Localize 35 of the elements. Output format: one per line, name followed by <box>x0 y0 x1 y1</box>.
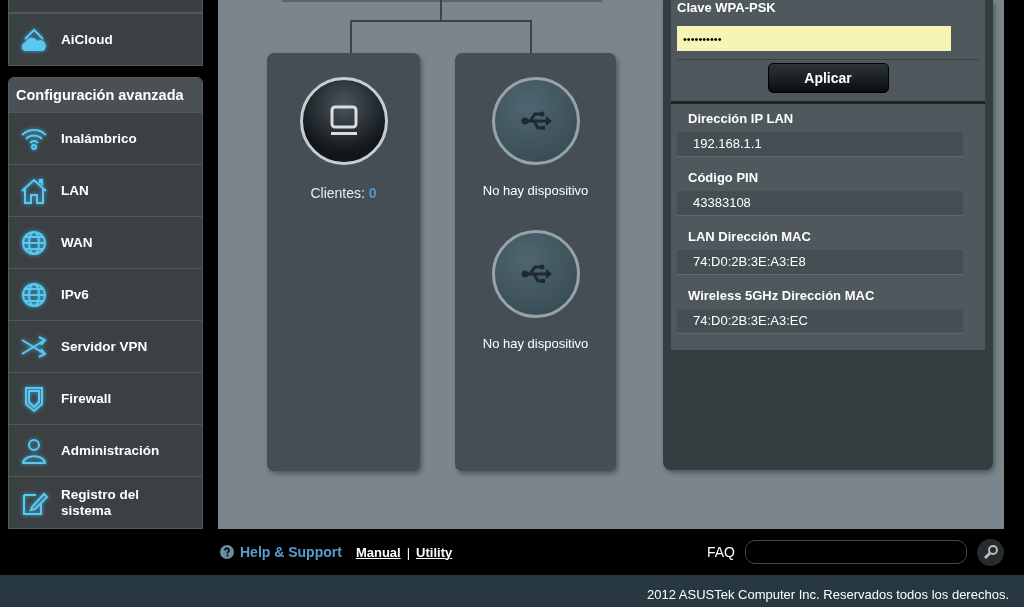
info-value: 192.168.1.1 <box>677 132 963 157</box>
usb-status: No hay dispositivo <box>482 336 589 351</box>
field-label: Clave WPA-PSK <box>677 0 777 17</box>
menu-label: LAN <box>61 182 90 199</box>
usb-status: No hay dispositivo <box>482 183 589 198</box>
sidebar-item[interactable]: AiCloud <box>8 13 203 66</box>
info-value: 74:D0:2B:3E:A3:EC <box>677 309 963 334</box>
info-label: Código PIN <box>687 169 760 187</box>
info-value: 43383108 <box>677 191 963 216</box>
menu-label: AiCloud <box>61 31 114 48</box>
help-support-link[interactable]: Help & Support <box>240 544 342 560</box>
section-title: Configuración avanzada <box>9 78 202 112</box>
info-label: Wireless 5GHz Dirección MAC <box>687 287 876 305</box>
password-field[interactable]: •••••••••• <box>677 26 951 51</box>
apply-button[interactable]: Aplicar <box>767 63 889 93</box>
info-label: Dirección IP LAN <box>687 110 795 128</box>
utility-link[interactable]: Utility <box>416 544 453 560</box>
search-button[interactable] <box>977 538 1004 566</box>
info-value: 74:D0:2B:3E:A3:E8 <box>677 250 963 275</box>
manual-link[interactable]: Manual <box>355 544 401 560</box>
search-field[interactable] <box>745 540 967 564</box>
menu-label: IPv6 <box>61 286 90 303</box>
info-label: LAN Dirección MAC <box>687 228 812 246</box>
link-separator: | <box>406 544 411 560</box>
faq-label: FAQ <box>707 544 735 560</box>
clients-count: Clientes: 0 <box>310 185 377 201</box>
menu-label: WAN <box>61 234 94 251</box>
menu-label: Servidor VPN <box>61 338 149 355</box>
help-icon <box>220 545 234 559</box>
menu-label: Registro del sistema <box>61 486 140 519</box>
menu-label: Firewall <box>61 390 113 407</box>
menu-label: Inalámbrico <box>61 130 138 147</box>
copyright-text: 2012 ASUSTek Computer Inc. Reservados todos los derechos. <box>646 586 1009 602</box>
menu-label: Administración <box>61 442 161 459</box>
search-icon <box>982 544 999 560</box>
